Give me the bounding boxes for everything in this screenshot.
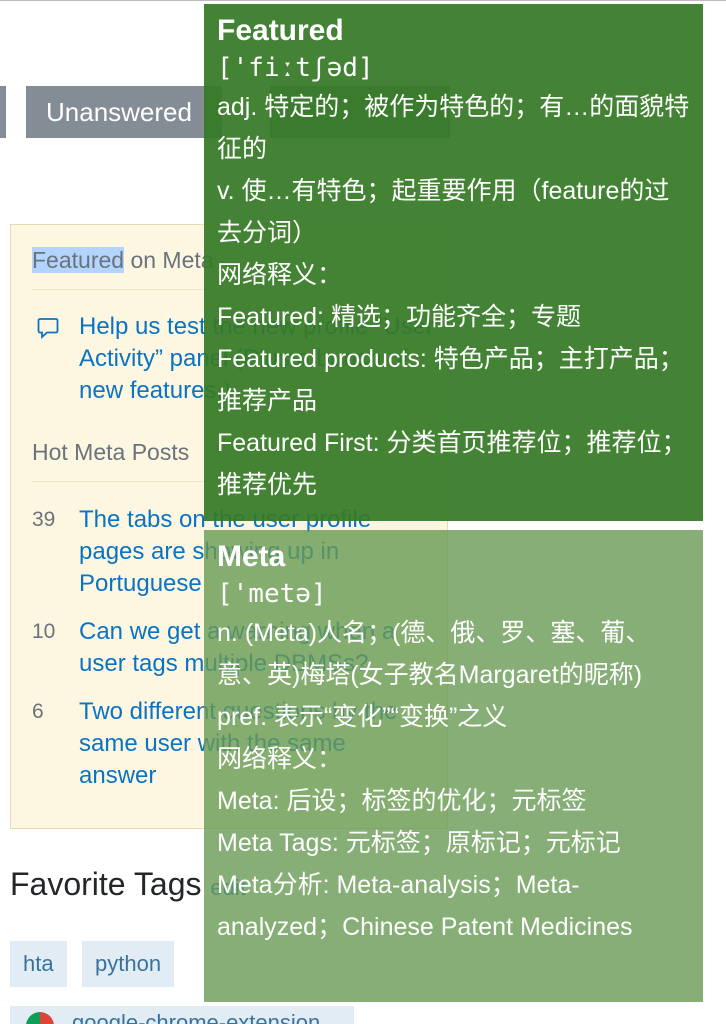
tag-hta[interactable]: hta: [10, 941, 67, 987]
dict-headword: Meta: [217, 540, 286, 573]
dictionary-popup-meta: Meta ['metə] n. (Meta)人名；(德、俄、罗、塞、葡、意、英)…: [204, 530, 703, 1002]
dict-phonetic: ['metə]: [217, 579, 327, 609]
dict-web-definition: Featured: 精选；功能齐全；专题: [217, 303, 581, 331]
tag-python[interactable]: python: [82, 941, 175, 987]
dict-web-heading: 网络释义：: [217, 745, 343, 773]
dict-web-definition: Meta分析: Meta-analysis；Meta-analyzed；Chin…: [217, 871, 633, 941]
hot-post-score: 39: [32, 508, 56, 531]
dict-headword: Featured: [217, 14, 344, 47]
featured-on-meta-heading: Featured on Meta: [32, 247, 214, 274]
tag-label: google-chrome-extension: [72, 1010, 321, 1024]
dict-web-definition: Meta Tags: 元标签；原标记；元标记: [217, 829, 621, 857]
heading-rest: on Meta: [124, 247, 214, 273]
dict-definition-verb: v. 使…有特色；起重要作用（feature的过去分词）: [217, 177, 670, 247]
window-top-border: [0, 0, 726, 1]
dict-definition-noun: n. (Meta)人名；(德、俄、罗、塞、葡、意、英)梅塔(女子教名Margar…: [217, 619, 651, 689]
tab-partial[interactable]: [0, 86, 6, 138]
favorite-tags-title: Favorite Tags: [10, 866, 202, 902]
hot-meta-posts-heading: Hot Meta Posts: [32, 439, 190, 465]
speech-bubble-icon: [37, 318, 59, 339]
dict-definition-prefix: pref. 表示“变化”“变换”之义: [217, 703, 508, 731]
hot-post-score: 10: [32, 620, 56, 643]
dict-web-definition: Meta: 后设；标签的优化；元标签: [217, 787, 587, 815]
tag-google-chrome-extension[interactable]: google-chrome-extension: [10, 1006, 354, 1024]
selected-word: Featured: [32, 247, 125, 273]
dict-web-definition: Featured First: 分类首页推荐位；推荐位；推荐优先: [217, 429, 687, 499]
dict-phonetic: ['fiːtʃəd]: [217, 53, 374, 83]
dictionary-popup-featured: Featured ['fiːtʃəd] adj. 特定的；被作为特色的；有…的面…: [204, 4, 703, 521]
hot-post-score: 6: [32, 700, 44, 723]
tab-unanswered[interactable]: Unanswered: [26, 86, 222, 138]
dict-web-heading: 网络释义：: [217, 261, 343, 289]
dict-definition-adj: adj. 特定的；被作为特色的；有…的面貌特征的: [217, 93, 690, 163]
chrome-icon: [26, 1012, 54, 1024]
dict-web-definition: Featured products: 特色产品；主打产品；推荐产品: [217, 345, 684, 415]
